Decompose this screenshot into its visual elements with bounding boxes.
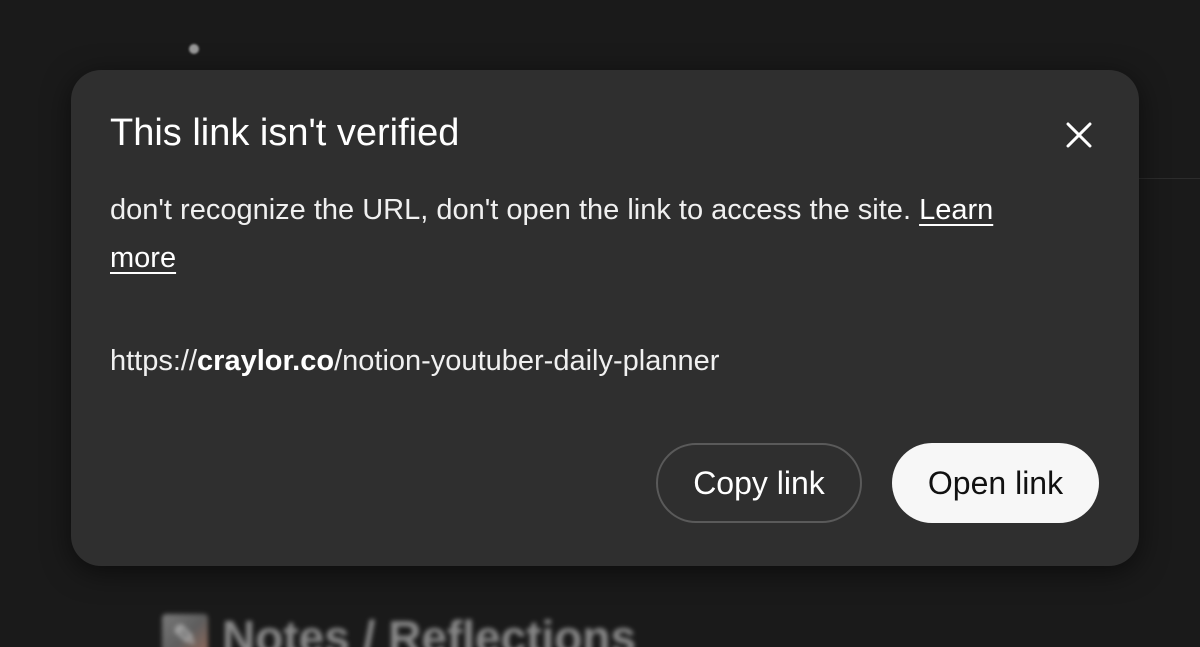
- background-dot: [189, 44, 199, 54]
- url-path: /notion-youtuber-daily-planner: [334, 345, 720, 377]
- open-link-button[interactable]: Open link: [892, 443, 1099, 523]
- memo-icon: ✎: [162, 614, 208, 647]
- dialog-message: don't recognize the URL, don't open the …: [110, 186, 1050, 282]
- background-heading: ✎ Notes / Reflections: [162, 611, 637, 647]
- copy-link-button[interactable]: Copy link: [656, 443, 862, 523]
- close-icon: [1066, 122, 1092, 148]
- unverified-link-dialog: This link isn't verified don't recognize…: [71, 70, 1139, 566]
- link-url: https://craylor.co/notion-youtuber-daily…: [110, 338, 719, 384]
- close-button[interactable]: [1057, 113, 1101, 157]
- dialog-title: This link isn't verified: [110, 112, 460, 154]
- dialog-message-text: don't recognize the URL, don't open the …: [110, 194, 911, 226]
- url-host: craylor.co: [197, 345, 335, 377]
- background-heading-text: Notes / Reflections: [222, 611, 637, 647]
- url-scheme: https://: [110, 345, 198, 377]
- background-divider: [1130, 178, 1200, 179]
